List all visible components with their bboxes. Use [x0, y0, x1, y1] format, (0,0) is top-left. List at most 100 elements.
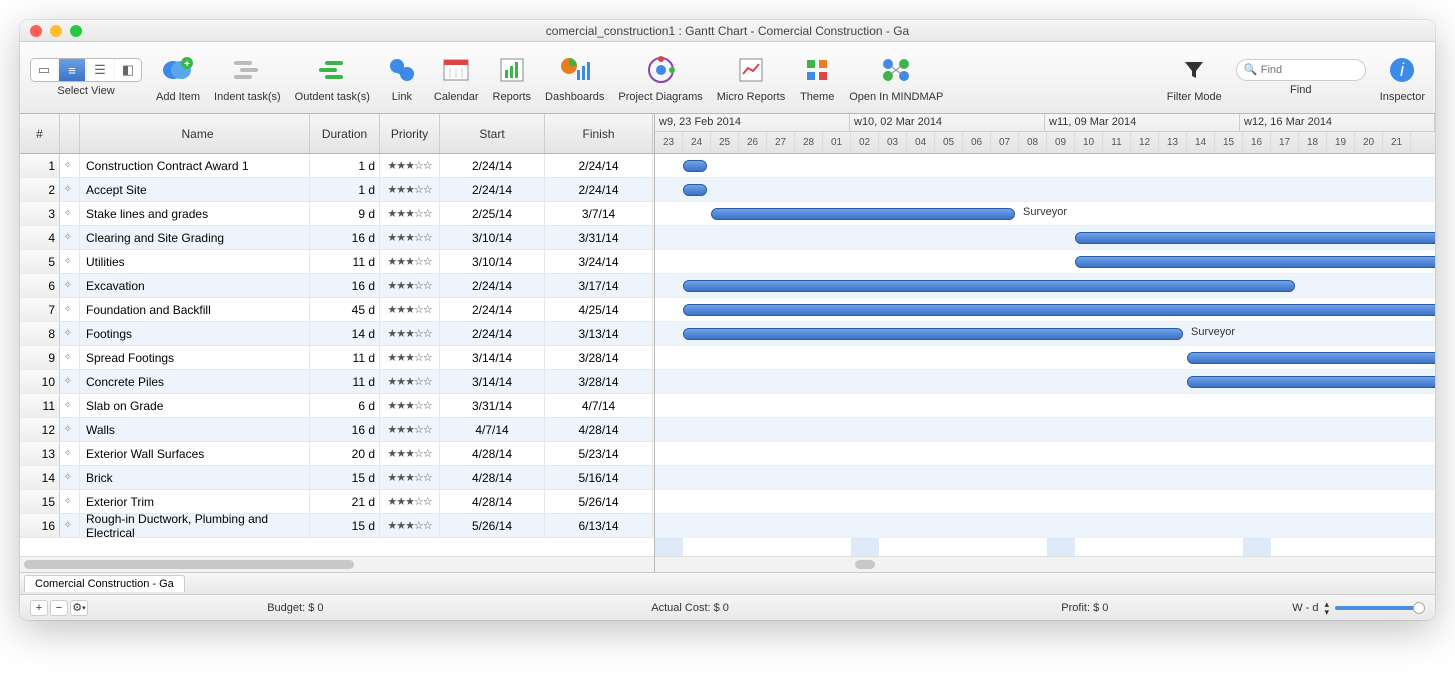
- gantt-row[interactable]: [655, 418, 1435, 442]
- gantt-row[interactable]: [655, 442, 1435, 466]
- cell-duration[interactable]: 15 d: [310, 466, 380, 489]
- cell-name[interactable]: Rough-in Ductwork, Plumbing and Electric…: [80, 514, 310, 537]
- gantt-bar[interactable]: [1187, 352, 1435, 364]
- cell-start[interactable]: 2/24/14: [440, 322, 545, 345]
- gantt-row[interactable]: [655, 466, 1435, 490]
- table-row[interactable]: 10✧Concrete Piles11 d★★★☆☆3/14/143/28/14: [20, 370, 654, 394]
- cell-finish[interactable]: 2/24/14: [545, 178, 653, 201]
- gantt-row[interactable]: [655, 514, 1435, 538]
- cell-duration[interactable]: 15 d: [310, 514, 380, 537]
- gantt-horizontal-scrollbar[interactable]: [655, 556, 1435, 572]
- cell-duration[interactable]: 14 d: [310, 322, 380, 345]
- cell-name[interactable]: Utilities: [80, 250, 310, 273]
- zoom-control[interactable]: W - d ▴▾: [1292, 600, 1425, 616]
- col-header-start[interactable]: Start: [440, 114, 545, 153]
- cell-duration[interactable]: 1 d: [310, 154, 380, 177]
- col-header-priority[interactable]: Priority: [380, 114, 440, 153]
- gantt-bar[interactable]: [683, 280, 1295, 292]
- cell-name[interactable]: Construction Contract Award 1: [80, 154, 310, 177]
- view-icon-c[interactable]: ☰: [87, 59, 113, 81]
- gantt-row[interactable]: [655, 154, 1435, 178]
- cell-duration[interactable]: 1 d: [310, 178, 380, 201]
- add-item-button[interactable]: + Add Item: [156, 52, 200, 103]
- cell-duration[interactable]: 16 d: [310, 418, 380, 441]
- cell-priority[interactable]: ★★★☆☆: [380, 418, 440, 441]
- cell-finish[interactable]: 4/28/14: [545, 418, 653, 441]
- cell-finish[interactable]: 2/24/14: [545, 154, 653, 177]
- cell-priority[interactable]: ★★★☆☆: [380, 322, 440, 345]
- grid-horizontal-scrollbar[interactable]: [20, 556, 654, 572]
- table-row[interactable]: 8✧Footings14 d★★★☆☆2/24/143/13/14: [20, 322, 654, 346]
- table-row[interactable]: 11✧Slab on Grade6 d★★★☆☆3/31/144/7/14: [20, 394, 654, 418]
- cell-finish[interactable]: 3/13/14: [545, 322, 653, 345]
- view-icon-b[interactable]: ≡: [59, 59, 85, 81]
- cell-finish[interactable]: 5/16/14: [545, 466, 653, 489]
- col-header-name[interactable]: Name: [80, 114, 310, 153]
- gantt-bar[interactable]: [1075, 256, 1435, 268]
- gantt-row[interactable]: [655, 274, 1435, 298]
- cell-duration[interactable]: 11 d: [310, 346, 380, 369]
- table-row[interactable]: 7✧Foundation and Backfill45 d★★★☆☆2/24/1…: [20, 298, 654, 322]
- calendar-button[interactable]: Calendar: [434, 52, 479, 103]
- cell-priority[interactable]: ★★★☆☆: [380, 250, 440, 273]
- cell-finish[interactable]: 6/13/14: [545, 514, 653, 537]
- micro-reports-button[interactable]: Micro Reports: [717, 52, 785, 103]
- table-row[interactable]: 9✧Spread Footings11 d★★★☆☆3/14/143/28/14: [20, 346, 654, 370]
- table-row[interactable]: 1✧Construction Contract Award 11 d★★★☆☆2…: [20, 154, 654, 178]
- cell-name[interactable]: Clearing and Site Grading: [80, 226, 310, 249]
- col-header-indicator[interactable]: [60, 114, 80, 153]
- table-row[interactable]: 14✧Brick15 d★★★☆☆4/28/145/16/14: [20, 466, 654, 490]
- cell-finish[interactable]: 3/24/14: [545, 250, 653, 273]
- cell-priority[interactable]: ★★★☆☆: [380, 178, 440, 201]
- select-view-control[interactable]: ▭ ≡ ☰ ◧ Select View: [30, 58, 142, 97]
- col-header-duration[interactable]: Duration: [310, 114, 380, 153]
- gantt-row[interactable]: [655, 346, 1435, 370]
- table-row[interactable]: 6✧Excavation16 d★★★☆☆2/24/143/17/14: [20, 274, 654, 298]
- cell-start[interactable]: 3/31/14: [440, 394, 545, 417]
- cell-finish[interactable]: 5/26/14: [545, 490, 653, 513]
- cell-start[interactable]: 4/28/14: [440, 442, 545, 465]
- col-header-finish[interactable]: Finish: [545, 114, 653, 153]
- cell-finish[interactable]: 5/23/14: [545, 442, 653, 465]
- gantt-row[interactable]: Surveyor: [655, 202, 1435, 226]
- gantt-row[interactable]: [655, 370, 1435, 394]
- settings-gear-button[interactable]: ⚙▾: [70, 600, 88, 616]
- cell-duration[interactable]: 6 d: [310, 394, 380, 417]
- cell-name[interactable]: Spread Footings: [80, 346, 310, 369]
- cell-priority[interactable]: ★★★☆☆: [380, 514, 440, 537]
- gantt-row[interactable]: [655, 394, 1435, 418]
- cell-finish[interactable]: 4/25/14: [545, 298, 653, 321]
- cell-name[interactable]: Stake lines and grades: [80, 202, 310, 225]
- cell-finish[interactable]: 4/7/14: [545, 394, 653, 417]
- cell-name[interactable]: Concrete Piles: [80, 370, 310, 393]
- cell-name[interactable]: Walls: [80, 418, 310, 441]
- table-row[interactable]: 5✧Utilities11 d★★★☆☆3/10/143/24/14: [20, 250, 654, 274]
- gantt-row[interactable]: [655, 490, 1435, 514]
- cell-finish[interactable]: 3/28/14: [545, 370, 653, 393]
- cell-start[interactable]: 4/7/14: [440, 418, 545, 441]
- outdent-button[interactable]: Outdent task(s): [295, 52, 370, 103]
- gantt-bar[interactable]: [683, 184, 707, 196]
- cell-start[interactable]: 2/24/14: [440, 298, 545, 321]
- cell-priority[interactable]: ★★★☆☆: [380, 274, 440, 297]
- cell-start[interactable]: 3/14/14: [440, 346, 545, 369]
- cell-name[interactable]: Exterior Wall Surfaces: [80, 442, 310, 465]
- cell-duration[interactable]: 11 d: [310, 370, 380, 393]
- remove-row-button[interactable]: −: [50, 600, 68, 616]
- cell-priority[interactable]: ★★★☆☆: [380, 394, 440, 417]
- gantt-bar[interactable]: [1187, 376, 1435, 388]
- theme-button[interactable]: Theme: [799, 52, 835, 103]
- gantt-row[interactable]: [655, 178, 1435, 202]
- zoom-stepper-icon[interactable]: ▴▾: [1324, 600, 1329, 616]
- cell-name[interactable]: Brick: [80, 466, 310, 489]
- cell-name[interactable]: Accept Site: [80, 178, 310, 201]
- gantt-bar[interactable]: [1075, 232, 1435, 244]
- cell-start[interactable]: 3/14/14: [440, 370, 545, 393]
- table-row[interactable]: 2✧Accept Site1 d★★★☆☆2/24/142/24/14: [20, 178, 654, 202]
- cell-finish[interactable]: 3/17/14: [545, 274, 653, 297]
- cell-start[interactable]: 2/24/14: [440, 154, 545, 177]
- cell-priority[interactable]: ★★★☆☆: [380, 202, 440, 225]
- cell-duration[interactable]: 21 d: [310, 490, 380, 513]
- cell-start[interactable]: 2/25/14: [440, 202, 545, 225]
- table-row[interactable]: 13✧Exterior Wall Surfaces20 d★★★☆☆4/28/1…: [20, 442, 654, 466]
